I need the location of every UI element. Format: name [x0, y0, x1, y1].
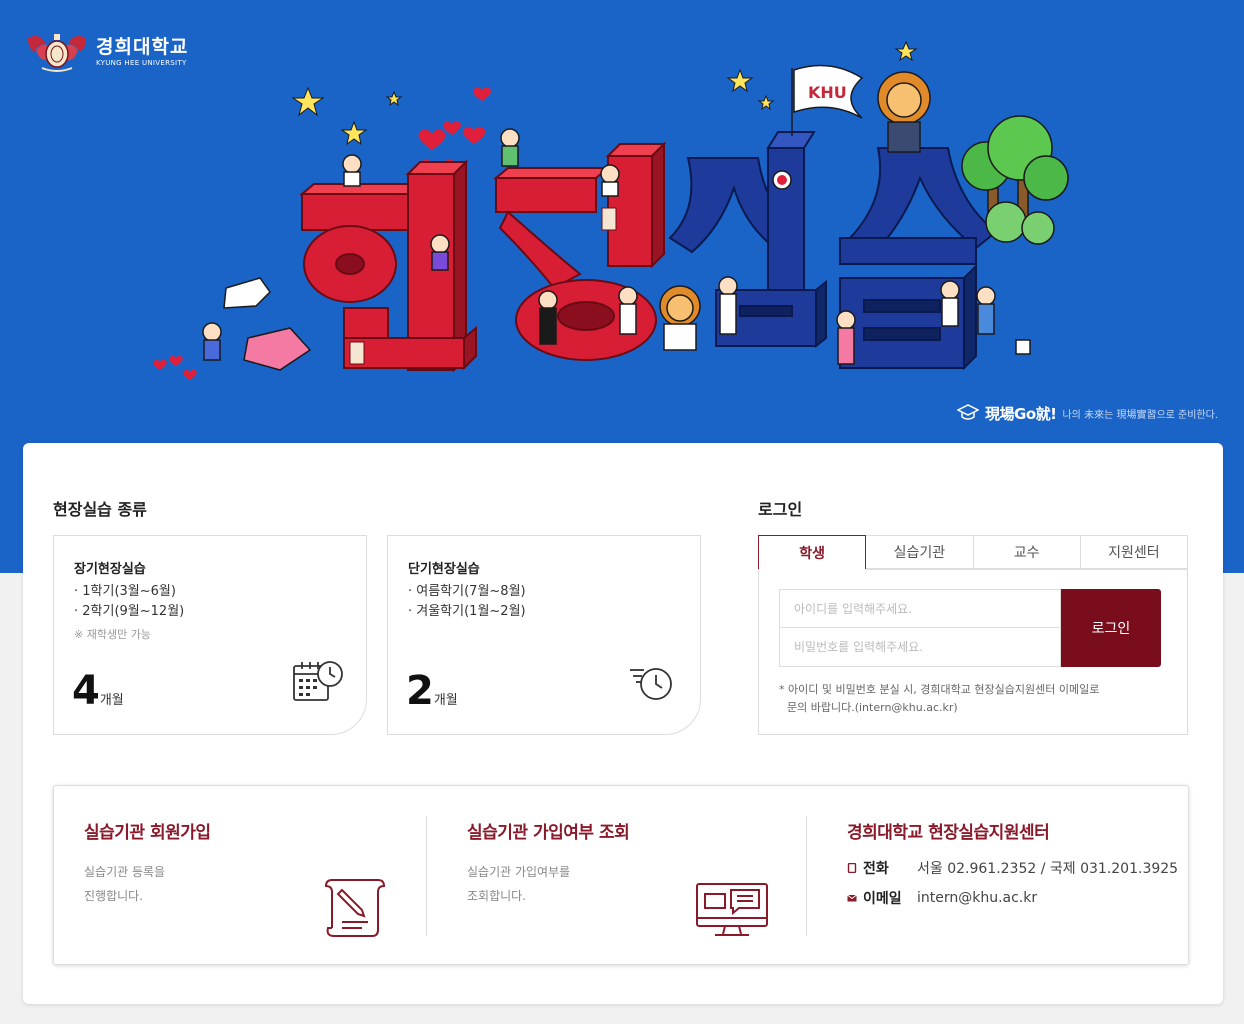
duration: 4 개월 — [72, 668, 124, 714]
duration-number: 4 — [72, 668, 100, 714]
login-button[interactable]: 로그인 — [1061, 589, 1161, 667]
slogan-sub: 나의 未來는 現場實習으로 준비한다. — [1062, 409, 1218, 421]
desc-line: 진행합니다. — [84, 889, 144, 903]
center-title: 경희대학교 현장실습지원센터 — [847, 823, 1050, 843]
login-form: 로그인 * 아이디 및 비밀번호 분실 시, 경희대학교 현장실습지원센터 이메… — [758, 569, 1188, 735]
letter-hyeon — [299, 159, 477, 373]
login-title: 로그인 — [758, 500, 803, 519]
duration-number: 2 — [406, 668, 434, 714]
card-period-list: · 1학기(3월~6월) · 2학기(9월~12월) — [74, 582, 184, 622]
duration-unit: 개월 — [99, 693, 124, 708]
login-note-line2: 문의 바랍니다.(intern@khu.ac.kr) — [787, 701, 958, 714]
short-term-card: 단기현장실습 · 여름학기(7월~8월) · 겨울학기(1월~2월) 2 개월 — [387, 535, 701, 735]
fast-clock-icon — [630, 668, 672, 700]
practice-types-title: 현장실습 종류 — [53, 500, 147, 519]
list-item: · 2학기(9월~12월) — [74, 604, 185, 619]
paint-bucket-icon — [1015, 339, 1031, 355]
desc-line: 실습기관 가입여부를 — [467, 865, 571, 879]
email-label: 이메일 — [863, 891, 902, 907]
desc-line: 조회합니다. — [467, 889, 527, 903]
signup-desc: 실습기관 등록을 진행합니다. — [84, 860, 165, 908]
tab-professor[interactable]: 교수 — [973, 535, 1081, 569]
lookup-title[interactable]: 실습기관 가입여부 조회 — [467, 818, 630, 843]
hero-illustration: KHU — [153, 40, 1069, 380]
login-tabs: 학생 실습기관 교수 지원센터 — [758, 535, 1188, 569]
graduation-cap-icon — [957, 404, 980, 420]
puzzle-piece — [223, 277, 271, 309]
lookup-desc: 실습기관 가입여부를 조회합니다. — [467, 860, 570, 908]
list-item: · 여름학기(7월~8월) — [408, 584, 526, 599]
institution-signup-section[interactable]: 실습기관 회원가입 실습기관 등록을 진행합니다. — [54, 786, 426, 966]
card-note: ※ 재학생만 가능 — [74, 628, 151, 641]
service-links: 실습기관 회원가입 실습기관 등록을 진행합니다. 실습기관 가입여부 조회 실… — [53, 785, 1189, 965]
tab-support-center[interactable]: 지원센터 — [1080, 535, 1188, 569]
mail-icon — [847, 894, 857, 902]
main-panel: 현장실습 종류 장기현장실습 · 1학기(3월~6월) · 2학기(9월~12월… — [23, 443, 1223, 1004]
card-period-list: · 여름학기(7월~8월) · 겨울학기(1월~2월) — [408, 582, 526, 622]
card-title: 단기현장실습 — [408, 562, 480, 577]
membership-lookup-section[interactable]: 실습기관 가입여부 조회 실습기관 가입여부를 조회합니다. — [426, 816, 806, 936]
login-note: * 아이디 및 비밀번호 분실 시, 경희대학교 현장실습지원센터 이메일로 문… — [779, 681, 1139, 717]
desc-line: 실습기관 등록을 — [84, 865, 166, 879]
long-term-card: 장기현장실습 · 1학기(3월~6월) · 2학기(9월~12월) ※ 재학생만… — [53, 535, 367, 735]
support-center-section: 경희대학교 현장실습지원센터 전화 서울 02.961.2352 / 국제 03… — [806, 816, 1190, 936]
monitor-chat-icon — [696, 883, 768, 936]
signup-title[interactable]: 실습기관 회원가입 — [84, 818, 211, 843]
slogan: 現場Go就! 나의 未來는 現場實習으로 준비한다. — [957, 402, 1218, 424]
phone-icon — [847, 863, 857, 873]
calendar-clock-icon — [293, 661, 343, 701]
duration: 2 개월 — [406, 668, 458, 714]
email-value[interactable]: intern@khu.ac.kr — [917, 890, 1037, 906]
star-icon — [291, 86, 325, 117]
phone-row: 전화 서울 02.961.2352 / 국제 031.201.3925 — [847, 858, 1178, 878]
email-row: 이메일 intern@khu.ac.kr — [847, 888, 1037, 908]
pen-document-icon — [324, 879, 386, 937]
svg-text:KHU: KHU — [808, 83, 847, 102]
phone-label: 전화 — [863, 861, 889, 877]
letter-jang — [493, 141, 667, 361]
password-input[interactable] — [779, 628, 1061, 667]
duration-unit: 개월 — [433, 693, 458, 708]
login-note-line1: * 아이디 및 비밀번호 분실 시, 경희대학교 현장실습지원센터 이메일로 — [779, 683, 1100, 696]
slogan-main: 現場Go就! — [985, 404, 1057, 423]
list-item: · 겨울학기(1월~2월) — [408, 604, 526, 619]
list-item: · 1학기(3월~6월) — [74, 584, 176, 599]
tab-student[interactable]: 학생 — [758, 535, 867, 569]
emblem-icon — [28, 34, 86, 72]
card-title: 장기현장실습 — [74, 562, 146, 577]
puzzle-piece — [243, 327, 312, 371]
tab-institution[interactable]: 실습기관 — [866, 535, 974, 569]
phone-value: 서울 02.961.2352 / 국제 031.201.3925 — [917, 861, 1179, 877]
id-input[interactable] — [779, 589, 1061, 628]
